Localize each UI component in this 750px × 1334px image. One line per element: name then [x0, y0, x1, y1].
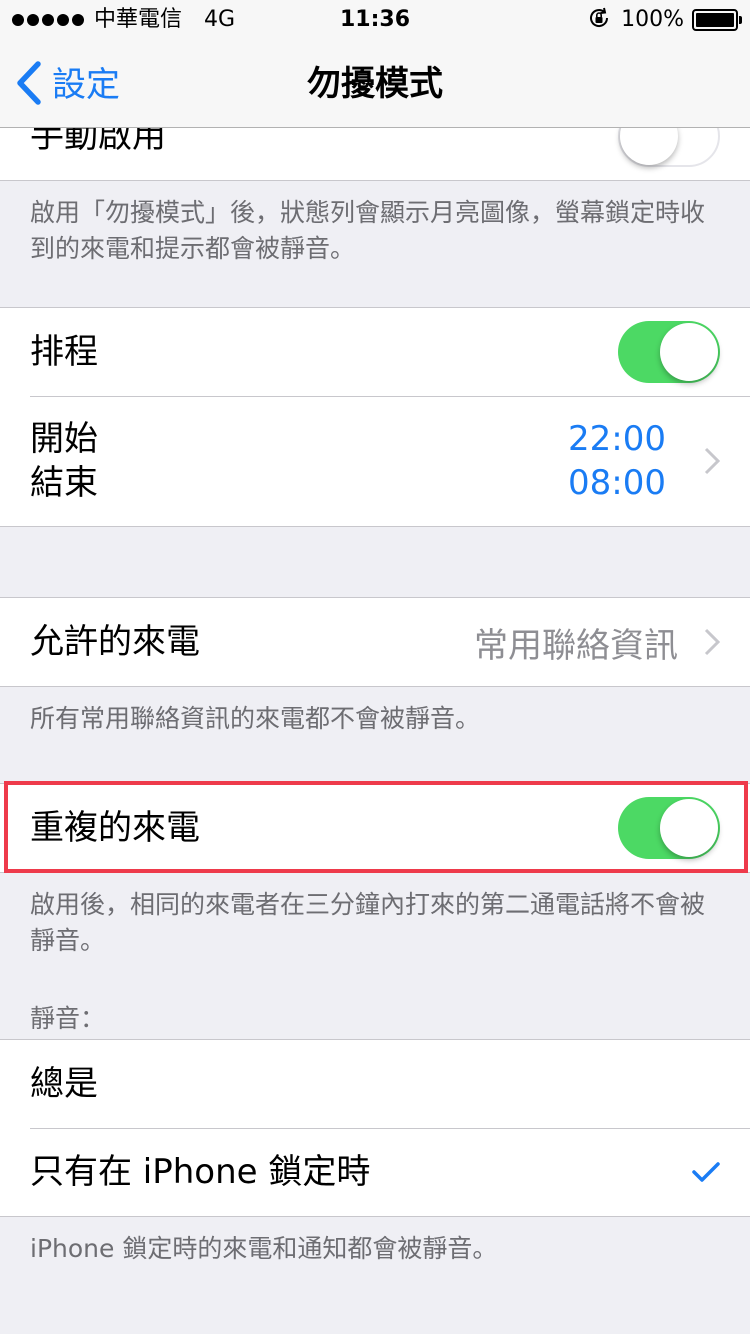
status-right: 100% — [587, 6, 742, 34]
allow-calls-group: 允許的來電 常用聯絡資訊 — [0, 597, 750, 687]
allow-calls-footer: 所有常用聯絡資訊的來電都不會被靜音。 — [30, 704, 481, 733]
chevron-right-icon — [704, 447, 720, 475]
silence-option-locked[interactable]: 只有在 iPhone 鎖定時 — [0, 1128, 750, 1216]
manual-footer: 啟用「勿擾模式」後，狀態列會顯示月亮圖像，螢幕鎖定時收到的來電和提示都會被靜音。 — [30, 198, 706, 263]
silence-group: 總是 只有在 iPhone 鎖定時 — [0, 1039, 750, 1217]
schedule-toggle[interactable] — [618, 321, 720, 383]
status-bar: 中華電信 4G 11:36 100% — [0, 0, 750, 40]
end-time: 08:00 — [568, 463, 666, 503]
schedule-row: 排程 — [0, 308, 750, 396]
battery-icon — [692, 9, 742, 31]
silence-option-always[interactable]: 總是 — [0, 1040, 750, 1128]
repeated-calls-label: 重複的來電 — [30, 808, 200, 848]
repeated-calls-row: 重複的來電 — [0, 784, 750, 872]
start-label: 開始 — [30, 419, 98, 459]
silence-option-label: 總是 — [30, 1064, 98, 1104]
settings-list: 手動啟用 啟用「勿擾模式」後，狀態列會顯示月亮圖像，螢幕鎖定時收到的來電和提示都… — [0, 92, 750, 1267]
schedule-group: 排程 開始 結束 22:00 08:00 — [0, 307, 750, 527]
screen: 中華電信 4G 11:36 100% 設定 勿擾模式 手動啟用 啟用「勿擾模式」… — [0, 0, 750, 1334]
start-time: 22:00 — [568, 419, 666, 459]
allow-calls-label: 允許的來電 — [30, 622, 200, 662]
schedule-label: 排程 — [30, 332, 98, 372]
orientation-lock-icon — [587, 6, 611, 34]
schedule-times-row[interactable]: 開始 結束 22:00 08:00 — [0, 396, 750, 526]
silence-option-label: 只有在 iPhone 鎖定時 — [30, 1152, 371, 1192]
silence-footer: iPhone 鎖定時的來電和通知都會被靜音。 — [30, 1234, 498, 1263]
battery-percent: 100% — [621, 7, 684, 32]
page-title: 勿擾模式 — [307, 64, 443, 104]
navigation-bar: 設定 勿擾模式 — [0, 40, 750, 128]
repeated-calls-group: 重複的來電 — [0, 783, 750, 873]
allow-calls-value: 常用聯絡資訊 — [474, 625, 678, 666]
checkmark-icon — [692, 1161, 720, 1183]
schedule-times-labels: 開始 結束 — [30, 417, 568, 505]
repeated-calls-toggle[interactable] — [618, 797, 720, 859]
chevron-right-icon — [704, 628, 720, 656]
end-label: 結束 — [30, 463, 98, 503]
repeated-calls-footer: 啟用後，相同的來電者在三分鐘內打來的第二通電話將不會被靜音。 — [30, 890, 706, 955]
allow-calls-row[interactable]: 允許的來電 常用聯絡資訊 — [0, 598, 750, 686]
silence-header: 靜音： — [30, 1004, 106, 1033]
schedule-times-values: 22:00 08:00 — [568, 417, 666, 505]
